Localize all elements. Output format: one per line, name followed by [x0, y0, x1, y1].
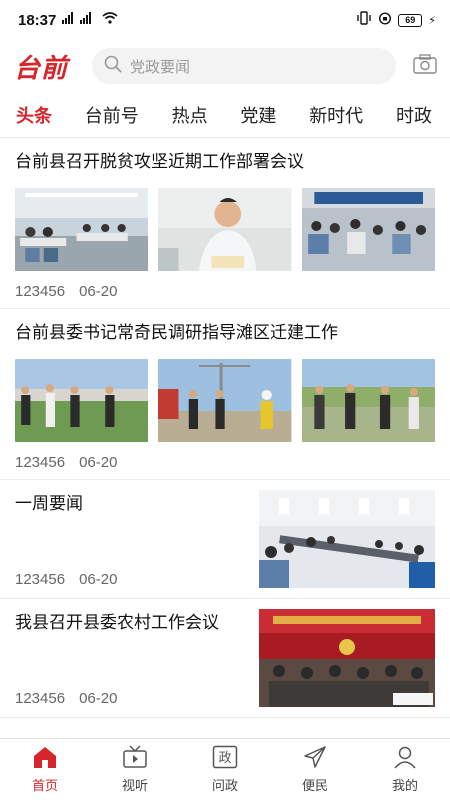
- publish-date: 06-20: [79, 283, 118, 300]
- view-count: 123456: [15, 690, 66, 707]
- news-meta: 123456 06-20: [15, 571, 117, 588]
- nav-inquiry-label: 问政: [211, 779, 238, 794]
- news-feed[interactable]: 台前县召开脱贫攻坚近期工作部署会议 123456 06-20 台前县委书记常奇民…: [0, 138, 450, 738]
- tab-hot[interactable]: 热点: [172, 102, 208, 128]
- news-meta: 123456 06-20: [15, 442, 435, 479]
- government-icon: 政: [212, 745, 238, 773]
- news-meta: 123456 06-20: [15, 271, 435, 308]
- news-title: 台前县委书记常奇民调研指导滩区迁建工作: [15, 323, 338, 343]
- news-title: 一周要闻: [15, 494, 83, 514]
- news-thumbnail-meeting-room: [15, 188, 149, 271]
- wifi-icon: [102, 12, 118, 28]
- channel-tabs: 头条 台前号 热点 党建 新时代 时政: [0, 92, 450, 138]
- tab-headlines[interactable]: 头条: [16, 102, 52, 128]
- view-count: 123456: [15, 571, 66, 588]
- search-placeholder: 党政要闻: [130, 57, 191, 76]
- alarm-icon: [378, 11, 392, 29]
- app-logo[interactable]: 台前: [14, 48, 76, 85]
- camera-icon: [413, 54, 437, 78]
- publish-date: 06-20: [79, 690, 118, 707]
- news-meta: 123456 06-20: [15, 690, 219, 707]
- charging-icon: ⚡: [428, 13, 436, 27]
- news-item[interactable]: 台前县委书记常奇民调研指导滩区迁建工作 123456 06-20: [0, 309, 450, 480]
- nav-media[interactable]: 视听: [100, 745, 170, 794]
- tv-icon: [122, 745, 148, 773]
- news-thumbnail-speaker: [158, 188, 292, 271]
- news-thumbnail-meeting-room: [259, 490, 435, 588]
- bottom-nav: 首页 视听 政 问政 便民 我的: [0, 738, 450, 800]
- tab-new-era[interactable]: 新时代: [309, 102, 363, 128]
- battery-indicator: 69: [398, 13, 423, 27]
- news-item[interactable]: 台前县召开脱贫攻坚近期工作部署会议 123456 06-20: [0, 138, 450, 309]
- user-icon: [392, 745, 418, 773]
- news-thumbnail-site-officials: [301, 359, 435, 442]
- nav-services-label: 便民: [301, 779, 328, 794]
- home-icon: [32, 745, 58, 773]
- view-count: 123456: [15, 454, 66, 471]
- publish-date: 06-20: [79, 454, 118, 471]
- publish-date: 06-20: [79, 571, 118, 588]
- news-title: 我县召开县委农村工作会议: [15, 613, 219, 633]
- news-title: 台前县召开脱贫攻坚近期工作部署会议: [15, 152, 304, 172]
- svg-text:政: 政: [218, 751, 231, 766]
- status-bar: 18:37 69 ⚡: [0, 0, 450, 40]
- news-item[interactable]: 我县召开县委农村工作会议 123456 06-20: [0, 599, 450, 718]
- news-thumbnail-construction: [158, 359, 292, 442]
- nav-home[interactable]: 首页: [10, 745, 80, 794]
- news-thumbnail-field-visit: [15, 359, 149, 442]
- search-bar[interactable]: 党政要闻: [92, 48, 396, 84]
- nav-home-label: 首页: [31, 779, 58, 794]
- signal-icon: [62, 12, 96, 28]
- top-bar: 台前 党政要闻: [0, 40, 450, 92]
- nav-inquiry[interactable]: 政 问政: [190, 745, 260, 794]
- status-time: 18:37: [18, 11, 57, 29]
- nav-services[interactable]: 便民: [280, 745, 350, 794]
- tab-current-politics[interactable]: 时政: [396, 102, 432, 128]
- tab-taiqian-account[interactable]: 台前号: [85, 102, 139, 128]
- news-thumbnail-conference: [301, 188, 435, 271]
- news-item[interactable]: 一周要闻 123456 06-20: [0, 480, 450, 599]
- camera-button[interactable]: [412, 53, 438, 79]
- tab-party-building[interactable]: 党建: [240, 102, 276, 128]
- search-icon: [104, 55, 122, 77]
- send-icon: [302, 745, 328, 773]
- nav-profile-label: 我的: [391, 779, 418, 794]
- nav-profile[interactable]: 我的: [370, 745, 440, 794]
- news-thumbnail-conference-stage: [259, 609, 435, 707]
- view-count: 123456: [15, 283, 66, 300]
- vibrate-icon: [356, 11, 372, 29]
- nav-media-label: 视听: [121, 779, 148, 794]
